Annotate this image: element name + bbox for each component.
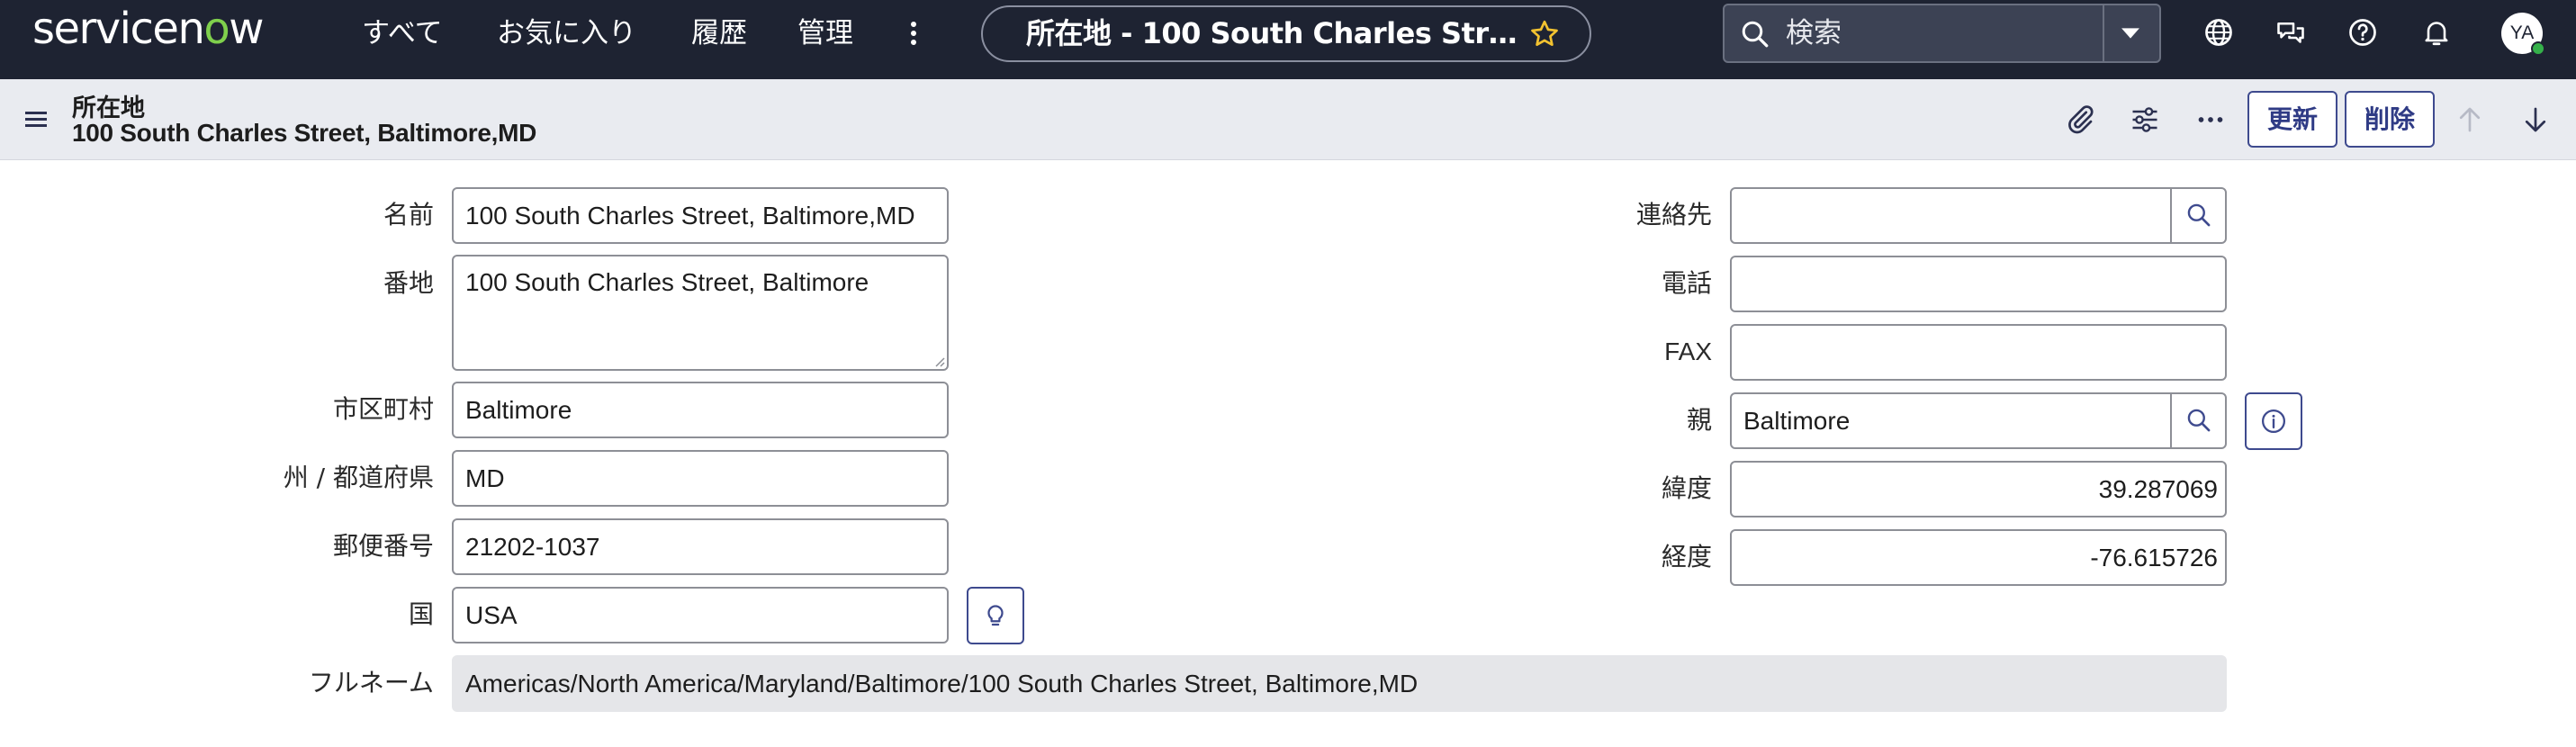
delete-button[interactable]: 削除 (2345, 91, 2435, 148)
fax-label: FAX (1664, 338, 1712, 365)
country-label: 国 (408, 599, 434, 629)
global-search[interactable]: 検索 (1723, 4, 2161, 63)
full-name-field: Americas/North America/Maryland/Baltimor… (452, 655, 2227, 712)
context-title-pill[interactable]: 所在地 - 100 South Charles Street, Baltimor… (981, 5, 1591, 62)
phone-label: 電話 (1661, 268, 1712, 298)
globe-icon[interactable] (2202, 16, 2235, 49)
street-textarea[interactable]: 100 South Charles Street, Baltimore (452, 255, 949, 371)
resize-grip-icon[interactable] (932, 355, 945, 367)
user-initials: YA (2509, 22, 2535, 43)
fax-field[interactable] (1730, 324, 2227, 381)
state-field[interactable]: MD (452, 450, 949, 507)
latitude-label: 緯度 (1661, 473, 1712, 503)
name-field[interactable]: 100 South Charles Street, Baltimore,MD (452, 187, 949, 244)
latitude-field[interactable]: 39.287069 (1730, 461, 2227, 518)
city-field[interactable]: Baltimore (452, 382, 949, 438)
street-value: 100 South Charles Street, Baltimore (465, 268, 869, 296)
paperclip-icon[interactable] (2064, 104, 2096, 136)
street-label: 番地 (383, 268, 434, 298)
hamburger-menu-icon[interactable] (25, 112, 47, 128)
nav-admin-menu[interactable]: 管理 (797, 9, 853, 58)
user-avatar[interactable]: YA (2501, 13, 2545, 56)
zip-field[interactable]: 21202-1037 (452, 518, 949, 575)
contact-field[interactable] (1730, 187, 2172, 244)
country-suggestion-button[interactable] (967, 587, 1024, 644)
arrow-down-icon[interactable] (2519, 104, 2552, 136)
contact-label: 連絡先 (1635, 200, 1712, 230)
nav-all-menu[interactable]: すべて (362, 9, 443, 58)
parent-label: 親 (1686, 405, 1712, 435)
longitude-label: 経度 (1661, 542, 1712, 572)
bell-icon[interactable] (2420, 16, 2453, 49)
city-label: 市区町村 (332, 394, 434, 424)
state-label: 州 / 都道府県 (283, 463, 434, 492)
more-horizontal-icon[interactable] (2194, 104, 2227, 136)
servicenow-logo[interactable]: servicenow (32, 2, 265, 56)
star-icon[interactable] (1528, 18, 1561, 50)
record-display-name: 100 South Charles Street, Baltimore,MD (72, 119, 537, 147)
chevron-down-icon[interactable] (2115, 18, 2146, 49)
name-label: 名前 (383, 200, 434, 230)
nav-favorites-menu[interactable]: お気に入り (497, 9, 636, 58)
presence-status-dot (2531, 41, 2545, 56)
top-navigation-bar: servicenow すべて お気に入り 履歴 管理 所在地 - 100 Sou… (0, 0, 2576, 79)
search-input[interactable]: 検索 (1786, 5, 1842, 61)
full-name-label: フルネーム (308, 668, 434, 698)
record-header: 所在地 100 South Charles Street, Baltimore,… (0, 79, 2576, 160)
search-icon (2187, 409, 2211, 432)
update-button[interactable]: 更新 (2247, 91, 2337, 148)
parent-field[interactable]: Baltimore (1730, 392, 2172, 449)
chat-icon[interactable] (2274, 16, 2307, 49)
parent-lookup-button[interactable] (2170, 392, 2227, 449)
info-icon (2262, 410, 2285, 433)
country-field[interactable]: USA (452, 587, 949, 644)
contact-lookup-button[interactable] (2170, 187, 2227, 244)
longitude-field[interactable]: -76.615726 (1730, 529, 2227, 586)
help-icon[interactable] (2346, 16, 2379, 49)
parent-info-button[interactable] (2245, 392, 2302, 450)
phone-field[interactable] (1730, 256, 2227, 312)
arrow-up-icon[interactable] (2454, 104, 2486, 136)
context-title: 所在地 - 100 South Charles Street, Baltimor… (1026, 16, 1530, 50)
sliders-icon[interactable] (2129, 104, 2161, 136)
nav-history-menu[interactable]: 履歴 (691, 9, 747, 58)
search-divider (2103, 5, 2104, 61)
lightbulb-icon (987, 605, 1004, 626)
zip-label: 郵便番号 (332, 531, 434, 561)
vertical-ellipsis-icon[interactable] (903, 20, 924, 47)
search-icon (1742, 21, 1769, 48)
search-icon (2187, 203, 2211, 227)
